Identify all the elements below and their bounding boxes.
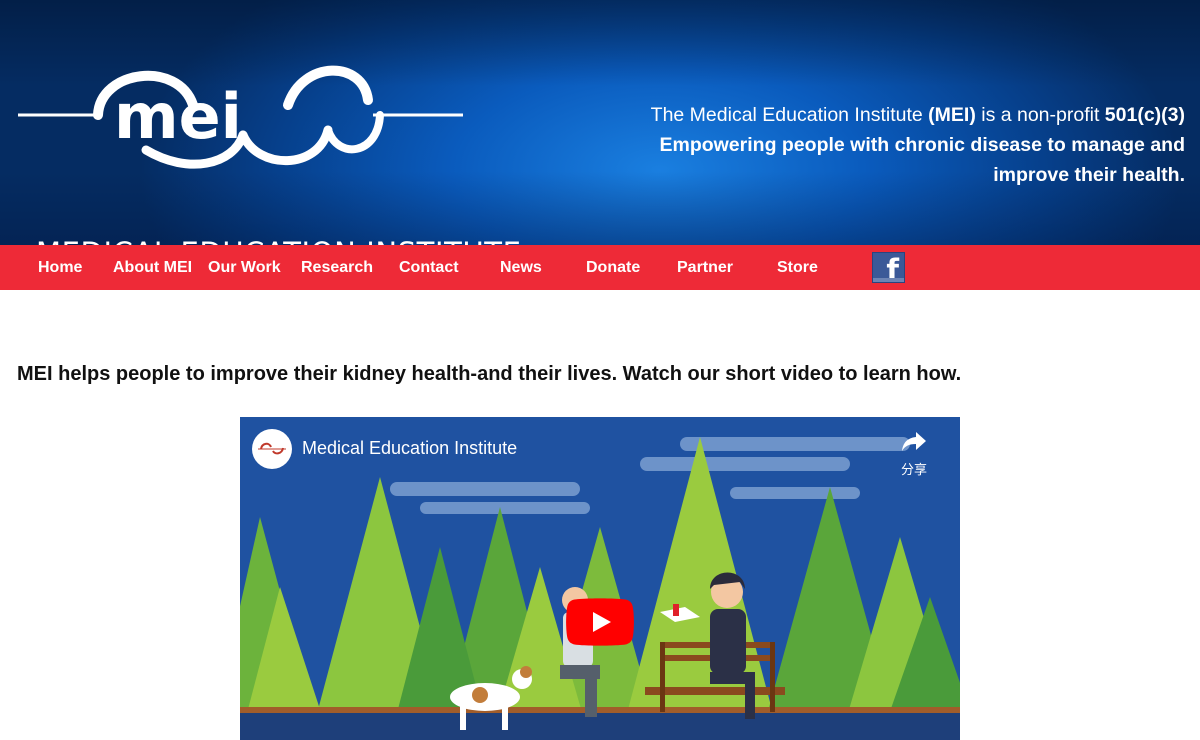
nav-research[interactable]: Research xyxy=(301,245,373,290)
nav-contact[interactable]: Contact xyxy=(399,245,459,290)
nav-home[interactable]: Home xyxy=(38,245,82,290)
mei-logo[interactable]: mei MEDICAL EDUCATION INSTITUTE xyxy=(18,60,521,245)
logo-text: MEDICAL EDUCATION INSTITUTE xyxy=(36,236,521,245)
video-thumbnail xyxy=(240,417,960,740)
intro-heading: MEI helps people to improve their kidney… xyxy=(17,363,962,385)
tagline-line-1: The Medical Education Institute (MEI) is… xyxy=(585,100,1185,130)
nav-about[interactable]: About MEI xyxy=(113,245,192,290)
logo-word: mei xyxy=(114,80,242,153)
tagline-abbr: (MEI) xyxy=(928,104,976,126)
channel-logo-icon xyxy=(253,430,291,468)
nav-news[interactable]: News xyxy=(500,245,542,290)
tagline-line-2: Empowering people with chronic disease t… xyxy=(585,130,1185,160)
facebook-icon[interactable]: f xyxy=(872,252,905,287)
tagline-text: The Medical Education Institute xyxy=(650,104,929,126)
tagline-line-3-text: improve their health. xyxy=(993,164,1185,186)
nav-partner[interactable]: Partner xyxy=(677,245,733,290)
channel-avatar[interactable] xyxy=(252,429,292,469)
youtube-play-icon[interactable] xyxy=(566,598,634,646)
nav-our-work[interactable]: Our Work xyxy=(208,245,281,290)
mission-tagline: The Medical Education Institute (MEI) is… xyxy=(585,100,1185,190)
main-nav: Home About MEI Our Work Research Contact… xyxy=(0,245,1200,290)
share-label[interactable]: 分享 xyxy=(900,459,928,478)
tagline-text-2: is a non-profit xyxy=(975,104,1105,126)
tagline-status: 501(c)(3) xyxy=(1104,104,1185,126)
site-header: mei MEDICAL EDUCATION INSTITUTE The Medi… xyxy=(0,0,1200,245)
mei-logo-mark: mei xyxy=(18,65,463,169)
share-icon[interactable] xyxy=(900,429,928,453)
video-player[interactable]: Medical Education Institute 分享 xyxy=(240,417,960,740)
tagline-line-3: improve their health. xyxy=(585,160,1185,190)
facebook-glyph: f xyxy=(886,253,899,287)
nav-donate[interactable]: Donate xyxy=(586,245,640,290)
nav-store[interactable]: Store xyxy=(777,245,818,290)
video-title[interactable]: Medical Education Institute xyxy=(302,438,517,459)
tagline-line-2-text: Empowering people with chronic disease t… xyxy=(659,134,1185,156)
